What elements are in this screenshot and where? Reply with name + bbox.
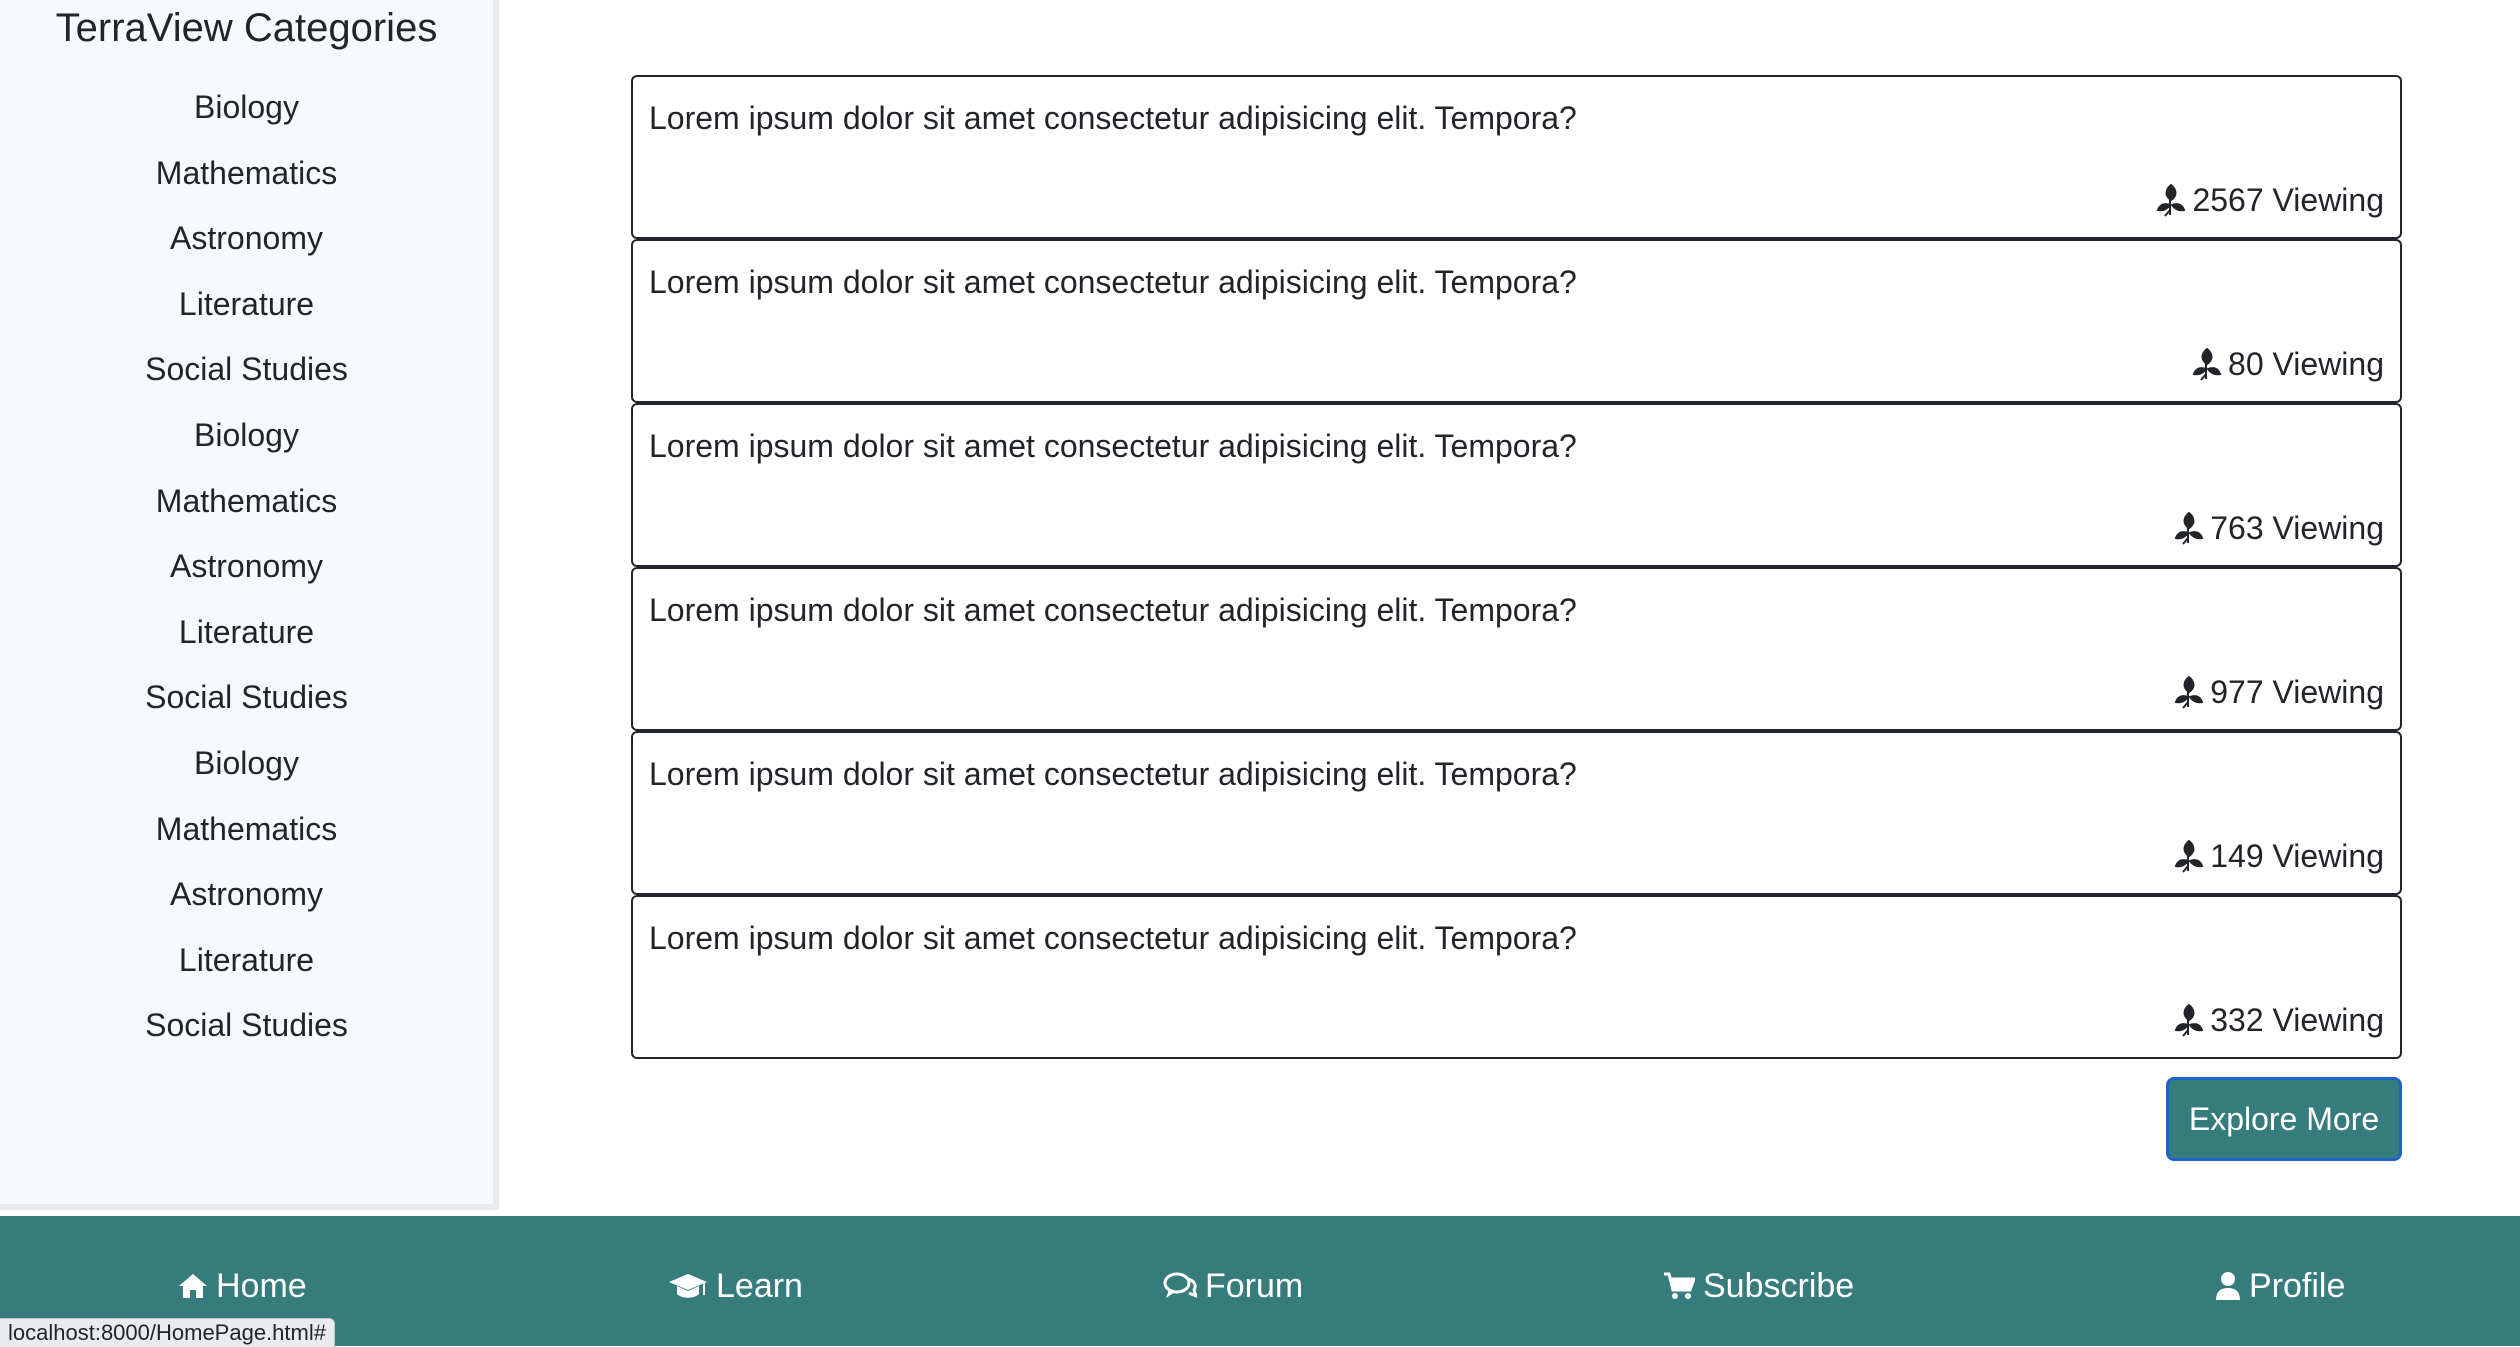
- nav-subscribe-label: Subscribe: [1703, 1267, 1855, 1305]
- view-count-label: 977 Viewing: [2210, 674, 2384, 710]
- category-item[interactable]: Astronomy: [0, 219, 493, 285]
- graduation-cap-icon: [669, 1274, 707, 1298]
- leaf-icon: [2174, 511, 2204, 545]
- home-icon: [179, 1274, 207, 1298]
- nav-profile[interactable]: Profile: [2215, 1266, 2345, 1306]
- post-text: Lorem ipsum dolor sit amet consectetur a…: [649, 592, 1577, 628]
- post-list: Lorem ipsum dolor sit amet consectetur a…: [631, 75, 2402, 1059]
- post-card[interactable]: Lorem ipsum dolor sit amet consectetur a…: [631, 403, 2402, 567]
- category-item[interactable]: Biology: [0, 744, 493, 810]
- post-card[interactable]: Lorem ipsum dolor sit amet consectetur a…: [631, 731, 2402, 895]
- leaf-icon: [2174, 675, 2204, 709]
- category-label: Astronomy: [170, 220, 323, 257]
- category-list: Biology Mathematics Astronomy Literature…: [0, 88, 493, 1072]
- post-text: Lorem ipsum dolor sit amet consectetur a…: [649, 264, 1577, 300]
- category-item[interactable]: Biology: [0, 416, 493, 482]
- nav-forum[interactable]: Forum: [1163, 1266, 1303, 1306]
- post-view-count: 2567 Viewing: [2156, 181, 2384, 219]
- category-item[interactable]: Mathematics: [0, 154, 493, 220]
- explore-more-button[interactable]: Explore More: [2166, 1077, 2402, 1161]
- view-count-label: 80 Viewing: [2228, 346, 2384, 382]
- category-item[interactable]: Literature: [0, 613, 493, 679]
- category-label: Biology: [194, 416, 299, 453]
- category-item[interactable]: Literature: [0, 941, 493, 1007]
- category-item[interactable]: Astronomy: [0, 875, 493, 941]
- category-label: Mathematics: [155, 482, 338, 519]
- post-text: Lorem ipsum dolor sit amet consectetur a…: [649, 920, 1577, 956]
- category-label: Social Studies: [145, 1007, 348, 1044]
- category-label: Mathematics: [155, 154, 338, 191]
- nav-home-label: Home: [216, 1267, 307, 1305]
- category-label: Astronomy: [170, 548, 323, 585]
- post-view-count: 80 Viewing: [2192, 345, 2384, 383]
- category-label: Literature: [178, 285, 315, 322]
- categories-sidebar: TerraView Categories Biology Mathematics…: [0, 0, 499, 1210]
- category-label: Literature: [178, 941, 315, 978]
- post-card[interactable]: Lorem ipsum dolor sit amet consectetur a…: [631, 567, 2402, 731]
- nav-forum-label: Forum: [1205, 1267, 1304, 1305]
- footer-nav: Home Learn Forum Subscribe Profile: [0, 1216, 2520, 1346]
- post-view-count: 149 Viewing: [2174, 837, 2384, 875]
- nav-home[interactable]: Home: [178, 1266, 307, 1306]
- post-text: Lorem ipsum dolor sit amet consectetur a…: [649, 100, 1577, 136]
- post-view-count: 977 Viewing: [2174, 673, 2384, 711]
- leaf-icon: [2157, 183, 2186, 217]
- category-item[interactable]: Astronomy: [0, 547, 493, 613]
- category-item[interactable]: Biology: [0, 88, 493, 154]
- category-label: Biology: [194, 89, 299, 125]
- category-label: Social Studies: [145, 351, 348, 388]
- status-bar-url: localhost:8000/HomePage.html#: [0, 1318, 335, 1347]
- category-item[interactable]: Social Studies: [0, 1006, 493, 1072]
- category-label: Literature: [178, 613, 315, 650]
- post-view-count: 763 Viewing: [2174, 509, 2384, 547]
- category-label: Astronomy: [170, 876, 323, 913]
- post-card[interactable]: Lorem ipsum dolor sit amet consectetur a…: [631, 239, 2402, 403]
- nav-learn-label: Learn: [716, 1267, 803, 1305]
- view-count-label: 2567 Viewing: [2192, 182, 2384, 218]
- category-item[interactable]: Mathematics: [0, 482, 493, 548]
- nav-subscribe[interactable]: Subscribe: [1663, 1266, 1854, 1306]
- view-count-label: 763 Viewing: [2210, 510, 2384, 546]
- leaf-icon: [2192, 347, 2222, 381]
- view-count-label: 332 Viewing: [2210, 1002, 2384, 1038]
- post-card[interactable]: Lorem ipsum dolor sit amet consectetur a…: [631, 75, 2402, 239]
- category-item[interactable]: Social Studies: [0, 678, 493, 744]
- category-label: Biology: [194, 744, 299, 781]
- category-item[interactable]: Social Studies: [0, 350, 493, 416]
- category-label: Social Studies: [145, 679, 348, 716]
- view-count-label: 149 Viewing: [2210, 838, 2384, 874]
- post-text: Lorem ipsum dolor sit amet consectetur a…: [649, 756, 1577, 792]
- leaf-icon: [2174, 839, 2204, 873]
- leaf-icon: [2174, 1003, 2204, 1037]
- category-item[interactable]: Literature: [0, 285, 493, 351]
- nav-learn[interactable]: Learn: [668, 1266, 803, 1306]
- category-item[interactable]: Mathematics: [0, 810, 493, 876]
- cart-icon: [1664, 1272, 1695, 1299]
- post-text: Lorem ipsum dolor sit amet consectetur a…: [649, 428, 1577, 464]
- post-view-count: 332 Viewing: [2174, 1001, 2384, 1039]
- sidebar-title: TerraView Categories: [55, 6, 438, 50]
- comments-icon: [1163, 1272, 1197, 1299]
- user-icon: [2216, 1272, 2240, 1300]
- post-card[interactable]: Lorem ipsum dolor sit amet consectetur a…: [631, 895, 2402, 1059]
- category-label: Mathematics: [155, 810, 338, 847]
- nav-profile-label: Profile: [2249, 1267, 2346, 1305]
